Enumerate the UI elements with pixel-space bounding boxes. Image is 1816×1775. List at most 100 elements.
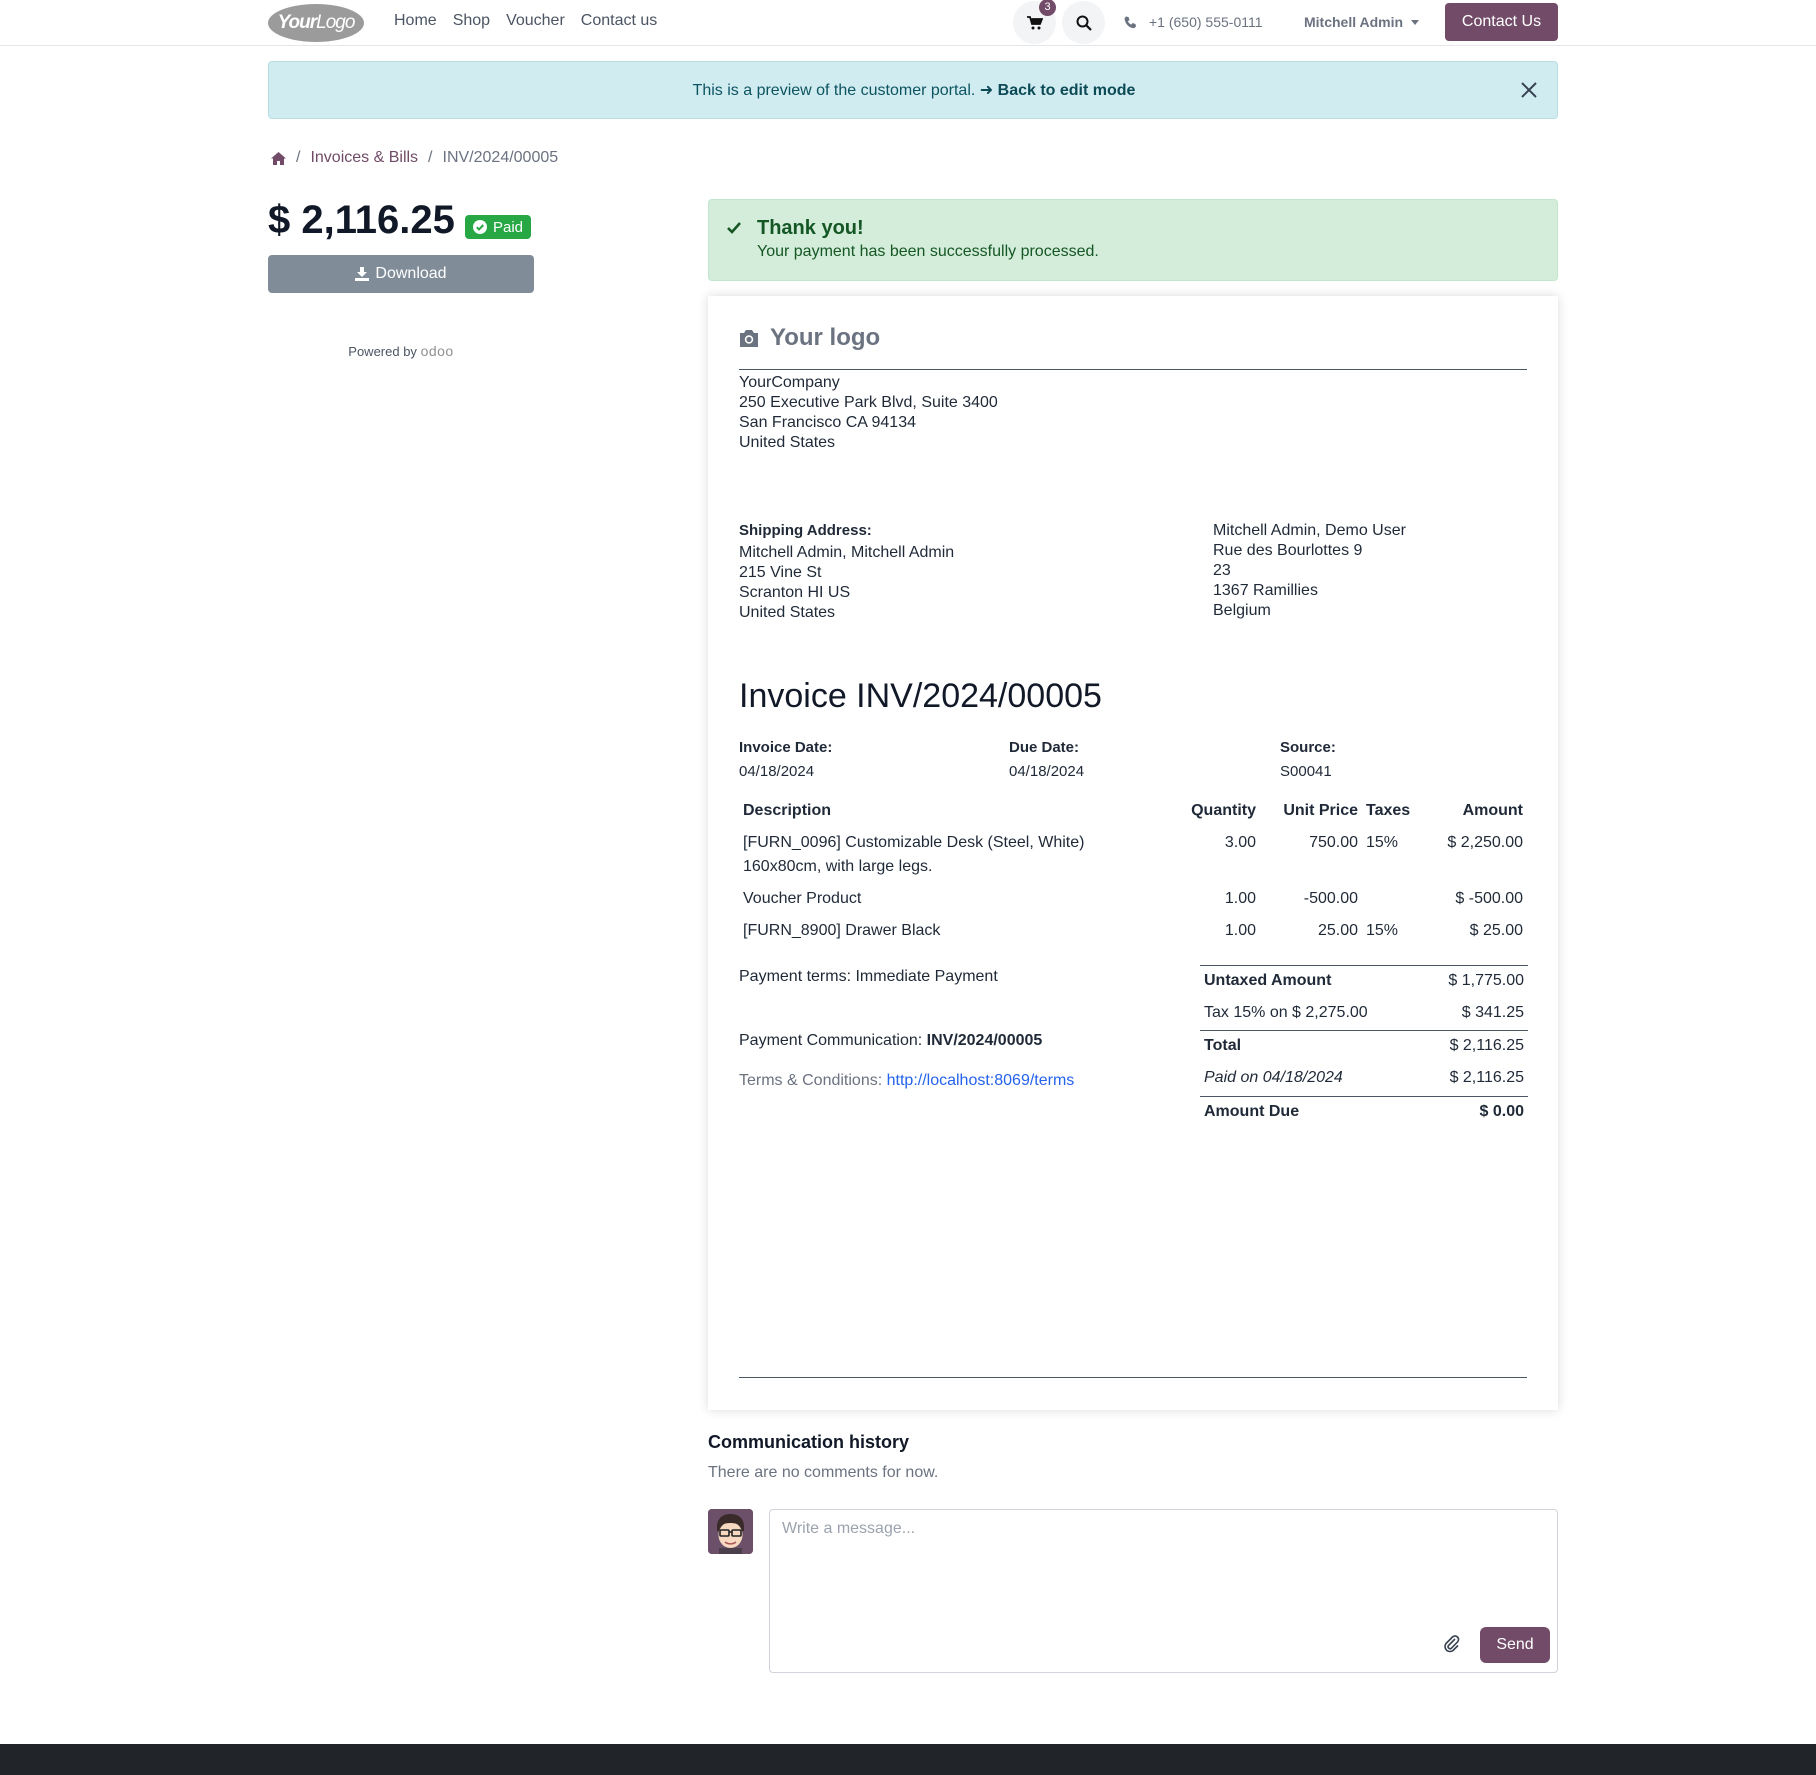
logo-placeholder-text: Your logo	[770, 324, 881, 351]
paid-label: Paid on 04/18/2024	[1204, 1069, 1343, 1086]
preview-banner: This is a preview of the customer portal…	[268, 61, 1558, 119]
company-city: San Francisco CA 94134	[739, 414, 916, 431]
communication-title: Communication history	[708, 1432, 910, 1452]
back-to-edit-link[interactable]: ➜ Back to edit mode	[980, 82, 1136, 99]
back-to-edit-label: Back to edit mode	[997, 82, 1136, 99]
paid-row: Paid on 04/18/2024 $ 2,116.25	[1200, 1063, 1528, 1095]
camera-icon	[740, 329, 758, 347]
close-icon[interactable]	[1517, 78, 1541, 102]
download-button[interactable]: Download	[268, 255, 534, 293]
nav-contact[interactable]: Contact us	[581, 12, 657, 30]
phone-link[interactable]: +1 (650) 555-0111	[1124, 14, 1263, 30]
user-menu-dropdown[interactable]: Mitchell Admin	[1304, 14, 1420, 30]
line-unit-price: 25.00	[1317, 922, 1358, 939]
source-label: Source:	[1280, 739, 1336, 756]
paid-value: $ 2,116.25	[1449, 1069, 1524, 1086]
line-taxes: 15%	[1366, 922, 1399, 939]
breadcrumb-separator: /	[428, 149, 433, 166]
home-icon[interactable]	[271, 151, 286, 165]
company-country: United States	[739, 434, 836, 451]
tax-row: Tax 15% on $ 2,275.00 $ 341.25	[1200, 998, 1528, 1030]
amount-due-row: Amount Due $ 0.00	[1200, 1097, 1528, 1129]
line-quantity: 1.00	[1224, 922, 1256, 939]
invoice-date-value: 04/18/2024	[739, 763, 815, 780]
terms-and-conditions: Terms & Conditions: http://localhost:806…	[739, 1072, 1074, 1090]
nav-voucher[interactable]: Voucher	[506, 12, 565, 30]
odoo-brand-link[interactable]: odoo	[421, 343, 454, 359]
line-taxes: 15%	[1366, 834, 1399, 851]
status-label: Paid	[493, 218, 524, 236]
col-quantity: Quantity	[1191, 802, 1256, 819]
user-avatar-icon	[708, 1509, 753, 1554]
total-row: Total $ 2,116.25	[1200, 1031, 1528, 1063]
contact-us-button[interactable]: Contact Us	[1445, 3, 1558, 41]
billing-city: 1367 Ramillies	[1213, 582, 1318, 599]
shipping-country: United States	[739, 604, 836, 621]
download-icon	[355, 267, 370, 281]
phone-number: +1 (650) 555-0111	[1149, 14, 1263, 30]
check-icon	[727, 222, 741, 234]
main-menu: Home Shop Voucher Contact us	[394, 12, 657, 30]
untaxed-value: $ 1,775.00	[1448, 972, 1524, 989]
line-unit-price: 750.00	[1309, 834, 1358, 851]
nav-shop[interactable]: Shop	[453, 12, 490, 30]
cart-icon	[1026, 15, 1043, 29]
message-input[interactable]: Write a message...	[782, 1520, 915, 1538]
col-description: Description	[743, 802, 832, 819]
powered-by: Powered by odoo	[268, 343, 534, 359]
header-divider	[739, 369, 1527, 370]
status-badge: Paid	[465, 215, 532, 239]
cart-count-badge: 3	[1039, 0, 1056, 16]
payment-success-alert: Thank you! Your payment has been success…	[708, 199, 1558, 281]
shipping-label: Shipping Address:	[739, 522, 872, 539]
due-date-label: Due Date:	[1009, 739, 1080, 756]
company-logo: Your logo	[738, 322, 908, 354]
avatar	[708, 1509, 753, 1554]
site-logo[interactable]: YourLogo	[268, 4, 364, 42]
payment-terms: Payment terms: Immediate Payment	[739, 968, 998, 985]
billing-country: Belgium	[1213, 602, 1271, 619]
invoice-date-block: Invoice Date: 04/18/2024	[739, 736, 832, 784]
invoice-document: Your logo YourCompany 250 Executive Park…	[708, 296, 1558, 1410]
company-address: YourCompany 250 Executive Park Blvd, Sui…	[739, 373, 998, 453]
breadcrumb-current: INV/2024/00005	[442, 149, 559, 166]
shipping-name: Mitchell Admin, Mitchell Admin	[739, 544, 955, 561]
line-amount: $ -500.00	[1455, 890, 1523, 907]
shipping-street: 215 Vine St	[739, 564, 822, 581]
search-button[interactable]	[1062, 1, 1105, 44]
breadcrumb: / Invoices & Bills / INV/2024/00005	[271, 149, 558, 167]
top-navbar: YourLogo Home Shop Voucher Contact us 3 …	[0, 0, 1816, 46]
col-taxes: Taxes	[1366, 802, 1411, 819]
no-comments-text: There are no comments for now.	[708, 1464, 939, 1481]
user-name: Mitchell Admin	[1304, 14, 1404, 30]
invoice-amount: $ 2,116.25	[268, 198, 455, 242]
payment-communication: Payment Communication: INV/2024/00005	[739, 1032, 1042, 1050]
preview-text: This is a preview of the customer portal…	[692, 82, 976, 99]
untaxed-label: Untaxed Amount	[1204, 972, 1332, 989]
search-icon	[1076, 15, 1092, 31]
source-value: S00041	[1280, 763, 1332, 780]
phone-icon	[1124, 16, 1136, 28]
tax-label: Tax 15% on $ 2,275.00	[1204, 1004, 1368, 1021]
line-quantity: 3.00	[1224, 834, 1256, 851]
send-button[interactable]: Send	[1480, 1627, 1550, 1663]
paperclip-icon[interactable]	[1442, 1634, 1462, 1654]
footer-divider	[739, 1377, 1527, 1378]
amount-due-value: $ 0.00	[1479, 1103, 1524, 1120]
logo-text-light: Logo	[316, 12, 355, 33]
line-description-detail: 160x80cm, with large legs.	[743, 858, 933, 875]
chevron-down-icon	[1411, 19, 1420, 25]
payment-communication-label: Payment Communication:	[739, 1032, 923, 1049]
line-unit-price: -500.00	[1303, 890, 1358, 907]
breadcrumb-invoices-link[interactable]: Invoices & Bills	[310, 149, 418, 167]
line-quantity: 1.00	[1224, 890, 1256, 907]
billing-street2: 23	[1213, 562, 1231, 579]
line-amount: $ 2,250.00	[1447, 834, 1523, 851]
billing-street: Rue des Bourlottes 9	[1213, 542, 1363, 559]
due-date-value: 04/18/2024	[1009, 763, 1085, 780]
terms-link[interactable]: http://localhost:8069/terms	[887, 1072, 1075, 1089]
nav-home[interactable]: Home	[394, 12, 437, 30]
cart-button[interactable]: 3	[1013, 0, 1056, 44]
line-amount: $ 25.00	[1469, 922, 1523, 939]
terms-label: Terms & Conditions:	[739, 1072, 883, 1089]
